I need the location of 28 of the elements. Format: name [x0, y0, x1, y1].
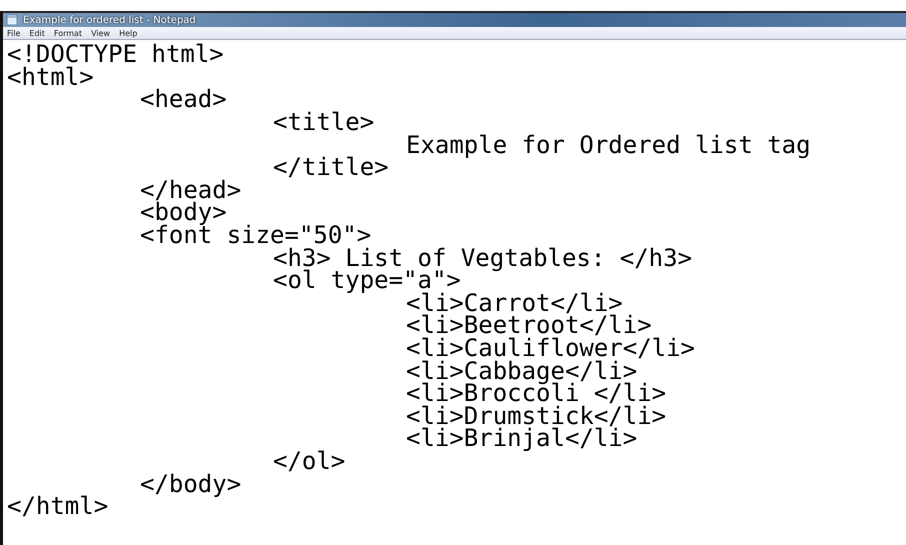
code-line: <li>Cauliflower</li> — [406, 337, 695, 360]
code-line: <ol type="a"> — [273, 269, 461, 292]
code-line: <title> — [273, 111, 374, 134]
code-line: <li>Cabbage</li> — [406, 360, 638, 382]
menu-item[interactable]: Format — [54, 28, 82, 38]
code-line: <li>Drumstick</li> — [406, 404, 666, 427]
code-line: <li>Broccoli </li> — [406, 382, 666, 404]
code-line: <li>Brinjal</li> — [406, 427, 638, 450]
code-line: <li>Carrot</li> — [406, 292, 623, 314]
code-line: </head> — [140, 178, 242, 201]
code-line: </ol> — [273, 450, 346, 472]
code-line: <li>Beetroot</li> — [406, 314, 652, 336]
code-line: </title> — [273, 156, 389, 178]
notepad-icon — [6, 14, 18, 26]
code-line: <!DOCTYPE html> — [7, 43, 224, 66]
window-title: Example for ordered list - Notepad — [23, 14, 196, 26]
menu-item[interactable]: Help — [119, 28, 138, 38]
menu-item[interactable]: Edit — [29, 28, 45, 38]
menu-item[interactable]: View — [91, 28, 110, 38]
code-line: </html> — [7, 495, 108, 518]
code-line: <html> — [7, 66, 94, 88]
code-line: <h3> List of Vegtables: </h3> — [273, 246, 692, 269]
code-line: </body> — [140, 472, 242, 495]
code-line: <head> — [140, 88, 227, 110]
code-line: <font size="50"> — [140, 224, 372, 246]
menu-item[interactable]: File — [7, 28, 20, 38]
code-line: <body> — [140, 201, 227, 224]
code-line: Example for Ordered list tag — [406, 134, 811, 156]
